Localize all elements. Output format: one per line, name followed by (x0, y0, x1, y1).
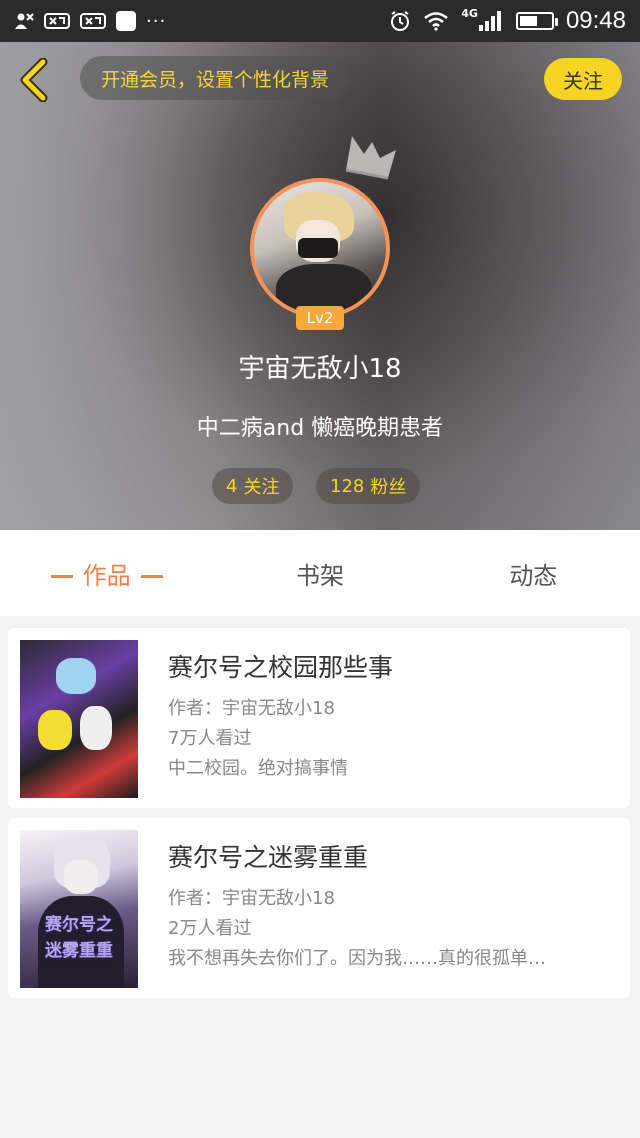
level-badge: Lv2 (296, 306, 344, 330)
tab-indicator-right (140, 575, 163, 578)
battery-fill (519, 16, 537, 26)
person-x-icon (14, 12, 34, 30)
profile-header: 开通会员，设置个性化背景 关注 Lv2 宇宙无敌小18 中二病and 懒癌晚期患… (0, 42, 640, 530)
tab-activity-label: 动态 (509, 561, 558, 590)
following-label: 关注 (243, 477, 280, 498)
tab-works-label: 作品 (82, 561, 131, 590)
book-cover: 赛尔号之 迷雾重重 (20, 830, 138, 988)
profile-page: ··· 4G 09:48 开通会员，设置个性化背景 关注 Lv2 宇宙无敌小18… (0, 0, 640, 1138)
tab-bookshelf-label: 书架 (295, 561, 344, 590)
book-title: 赛尔号之校园那些事 (168, 653, 394, 682)
book-list: 赛尔号之校园那些事 作者：宇宙无敌小18 7万人看过 中二校园。绝对搞事情 赛尔… (0, 616, 640, 1138)
book-info: 赛尔号之校园那些事 作者：宇宙无敌小18 7万人看过 中二校园。绝对搞事情 (168, 648, 618, 784)
vip-banner[interactable]: 开通会员，设置个性化背景 (80, 56, 350, 100)
book-card[interactable]: 赛尔号之校园那些事 作者：宇宙无敌小18 7万人看过 中二校园。绝对搞事情 (8, 628, 630, 808)
follow-button[interactable]: 关注 (544, 58, 622, 100)
bio: 中二病and 懒癌晚期患者 (196, 416, 444, 441)
tab-activity[interactable]: 动态 (427, 556, 640, 591)
more-dots-icon: ··· (146, 10, 167, 32)
fans-count-button[interactable]: 128 粉丝 (316, 468, 421, 504)
book-author: 作者：宇宙无敌小18 (168, 698, 335, 719)
mic-icon (44, 12, 70, 30)
status-bar: ··· 4G 09:48 (0, 0, 640, 42)
book-title: 赛尔号之迷雾重重 (168, 843, 369, 872)
status-right-icons: 4G 09:48 (389, 7, 626, 35)
book-card[interactable]: 赛尔号之 迷雾重重 赛尔号之迷雾重重 作者：宇宙无敌小18 2万人看过 我不想再… (8, 818, 630, 998)
book-author: 作者：宇宙无敌小18 (168, 888, 335, 909)
following-count: 4 (226, 475, 238, 497)
status-time: 09:48 (565, 7, 626, 34)
tab-works[interactable]: 作品 (0, 556, 213, 591)
book-description: 中二校园。绝对搞事情 (168, 758, 348, 779)
alarm-icon (389, 10, 411, 32)
fans-count: 128 (330, 475, 365, 497)
battery-icon (515, 12, 558, 30)
following-count-button[interactable]: 4 关注 (212, 468, 294, 504)
tab-indicator-left (50, 575, 73, 578)
book-info: 赛尔号之迷雾重重 作者：宇宙无敌小18 2万人看过 我不想再失去你们了。因为我…… (168, 838, 618, 974)
crown-icon (345, 136, 396, 180)
book-views: 2万人看过 (168, 918, 252, 939)
mic-icon (80, 12, 106, 30)
status-left-icons: ··· (14, 11, 389, 32)
profile-tabs: 作品 书架 动态 (0, 530, 640, 616)
signal-icon: 4G (461, 7, 504, 31)
book-description: 我不想再失去你们了。因为我……真的很孤单… (168, 948, 546, 969)
back-button[interactable] (14, 56, 54, 104)
nickname: 宇宙无敌小18 (238, 354, 402, 384)
book-views: 7万人看过 (168, 728, 252, 749)
chevron-left-icon (20, 58, 48, 102)
square-icon (116, 11, 136, 31)
cover-title-text: 赛尔号之 迷雾重重 (45, 915, 113, 961)
wifi-icon (423, 11, 449, 31)
tab-bookshelf[interactable]: 书架 (213, 556, 426, 591)
network-type: 4G (461, 6, 478, 20)
fans-label: 粉丝 (370, 477, 407, 498)
book-cover (20, 640, 138, 798)
